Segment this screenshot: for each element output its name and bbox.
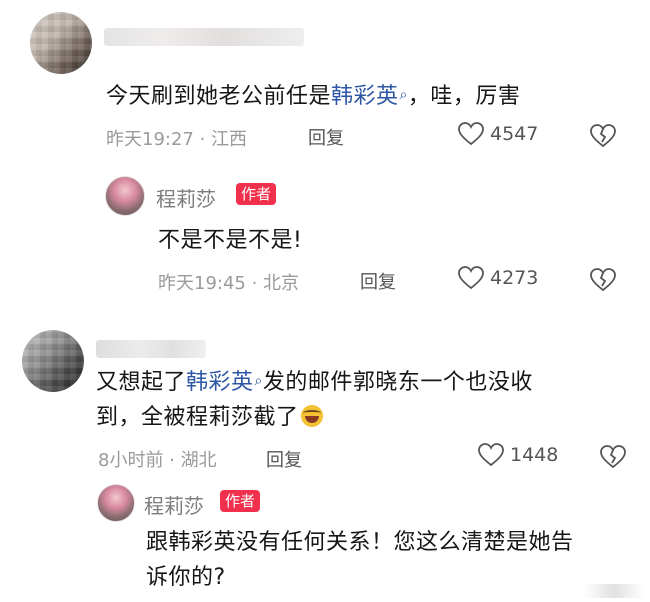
reply-button[interactable]: 回复 bbox=[360, 268, 396, 294]
dislike-button[interactable] bbox=[590, 124, 616, 152]
author-name[interactable]: 程莉莎 bbox=[156, 183, 216, 212]
author-name[interactable]: 程莉莎 bbox=[144, 490, 204, 519]
heart-icon bbox=[478, 443, 504, 467]
comment-text: 今天刷到她老公前任是韩彩英⌕，哇，厉害 bbox=[106, 84, 521, 109]
author-badge: 作者 bbox=[220, 490, 261, 512]
author-reply-text: 不是不是不是! bbox=[158, 228, 303, 253]
search-icon[interactable]: ⌕ bbox=[255, 373, 263, 389]
search-link[interactable]: 韩彩英 bbox=[186, 370, 254, 395]
watermark bbox=[584, 584, 644, 598]
heart-icon bbox=[458, 122, 484, 146]
author-reply-text-line2: 诉你的? bbox=[146, 565, 226, 590]
comment-meta: 昨天19:27 · 江西 bbox=[106, 129, 248, 150]
commenter-avatar[interactable] bbox=[30, 12, 92, 74]
like-button[interactable]: 4547 bbox=[458, 122, 538, 146]
commenter-avatar[interactable] bbox=[22, 330, 84, 392]
laughing-emoji-icon bbox=[300, 405, 323, 427]
search-icon[interactable]: ⌕ bbox=[400, 87, 408, 103]
reply-button[interactable]: 回复 bbox=[266, 446, 302, 472]
search-link[interactable]: 韩彩英 bbox=[331, 84, 399, 109]
like-count: 4547 bbox=[490, 123, 539, 145]
author-reply-text: 跟韩彩英没有任何关系！您这么清楚是她告 bbox=[146, 530, 574, 555]
commenter-name-blurred[interactable] bbox=[96, 340, 206, 358]
author-reply-meta: 昨天19:45 · 北京 bbox=[158, 273, 300, 294]
like-count: 1448 bbox=[510, 444, 559, 466]
author-avatar[interactable] bbox=[97, 484, 135, 522]
broken-heart-icon bbox=[600, 445, 626, 469]
like-button[interactable]: 1448 bbox=[478, 443, 558, 467]
broken-heart-icon bbox=[590, 124, 616, 148]
author-avatar[interactable] bbox=[105, 176, 145, 216]
like-button[interactable]: 4273 bbox=[458, 266, 538, 290]
dislike-button[interactable] bbox=[590, 268, 616, 296]
author-badge: 作者 bbox=[236, 183, 277, 205]
comment-meta: 8小时前 · 湖北 bbox=[98, 450, 217, 471]
reply-button[interactable]: 回复 bbox=[308, 124, 344, 150]
heart-icon bbox=[458, 266, 484, 290]
broken-heart-icon bbox=[590, 268, 616, 292]
comment-list: 今天刷到她老公前任是韩彩英⌕，哇，厉害 昨天19:27 · 江西 回复 4547… bbox=[0, 0, 650, 602]
like-count: 4273 bbox=[490, 267, 539, 289]
dislike-button[interactable] bbox=[600, 445, 626, 473]
comment-text: 又想起了韩彩英⌕发的邮件郭晓东一个也没收 bbox=[96, 370, 533, 395]
comment-text-line2: 到，全被程莉莎截了 bbox=[96, 401, 626, 435]
commenter-name-blurred[interactable] bbox=[104, 28, 304, 46]
